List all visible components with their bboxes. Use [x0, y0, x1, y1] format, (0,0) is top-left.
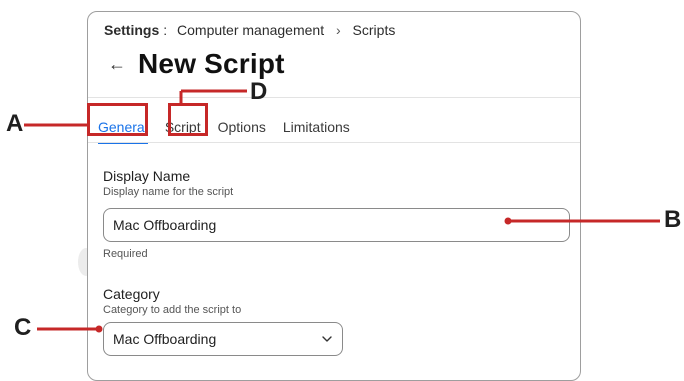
callout-b-label: B — [664, 206, 682, 233]
breadcrumb-separator: : — [163, 22, 168, 38]
breadcrumb: Settings: Computer management › Scripts — [104, 22, 395, 38]
tabs-divider — [88, 142, 580, 143]
callout-d-box — [168, 103, 208, 136]
new-script-panel: Settings: Computer management › Scripts … — [87, 11, 581, 381]
category-select[interactable]: Mac Offboarding — [103, 322, 343, 356]
callout-d-label: D — [250, 78, 268, 105]
category-help: Category to add the script to — [103, 304, 242, 316]
tab-options[interactable]: Options — [218, 119, 266, 141]
breadcrumb-scripts[interactable]: Scripts — [353, 22, 396, 38]
callout-c-label: C — [14, 314, 32, 341]
title-row: ← New Script — [108, 48, 285, 80]
page-title: New Script — [138, 48, 285, 79]
breadcrumb-settings[interactable]: Settings — [104, 22, 159, 38]
breadcrumb-computer-management[interactable]: Computer management — [177, 22, 324, 38]
chevron-right-icon: › — [335, 22, 341, 38]
display-name-label: Display Name — [103, 168, 191, 184]
category-label: Category — [103, 286, 160, 302]
back-arrow-icon[interactable]: ← — [108, 54, 138, 75]
header-divider — [88, 97, 580, 98]
display-name-input[interactable] — [103, 208, 570, 242]
tab-limitations[interactable]: Limitations — [283, 119, 350, 141]
required-note: Required — [103, 248, 148, 260]
callout-a-label: A — [6, 110, 24, 137]
callout-a-box — [87, 103, 148, 136]
category-selected-value: Mac Offboarding — [113, 331, 217, 347]
chevron-down-icon — [322, 336, 332, 342]
display-name-help: Display name for the script — [103, 186, 234, 198]
